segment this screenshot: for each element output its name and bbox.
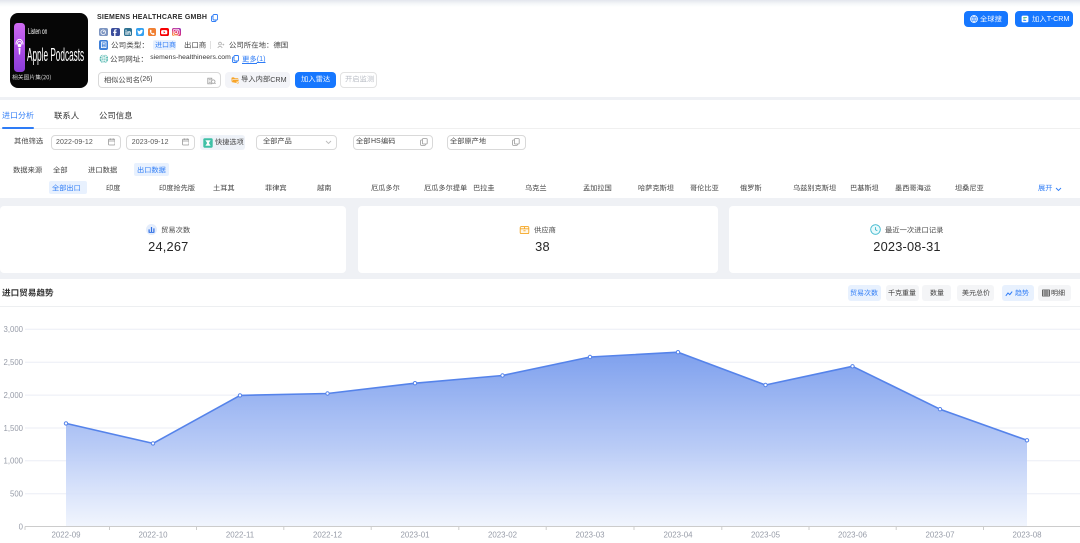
svg-text:2023-06: 2023-06 (838, 530, 868, 539)
svg-text:2022-10: 2022-10 (139, 530, 169, 539)
svg-text:1,000: 1,000 (3, 457, 23, 466)
svg-text:2023-08: 2023-08 (1013, 530, 1043, 539)
svg-text:2023-01: 2023-01 (401, 530, 430, 539)
svg-text:2,500: 2,500 (3, 358, 23, 367)
svg-text:1,500: 1,500 (3, 424, 23, 433)
svg-text:2,000: 2,000 (3, 391, 23, 400)
svg-text:2022-11: 2022-11 (226, 530, 254, 539)
svg-text:2023-03: 2023-03 (576, 530, 606, 539)
svg-text:2022-12: 2022-12 (313, 530, 342, 539)
svg-text:2023-02: 2023-02 (488, 530, 517, 539)
svg-text:2022-09: 2022-09 (52, 530, 82, 539)
svg-text:2023-05: 2023-05 (751, 530, 781, 539)
svg-text:2023-07: 2023-07 (926, 530, 955, 539)
svg-text:2023-04: 2023-04 (664, 530, 694, 539)
svg-text:0: 0 (19, 522, 24, 531)
svg-text:500: 500 (10, 490, 24, 499)
svg-text:3,000: 3,000 (3, 325, 23, 334)
